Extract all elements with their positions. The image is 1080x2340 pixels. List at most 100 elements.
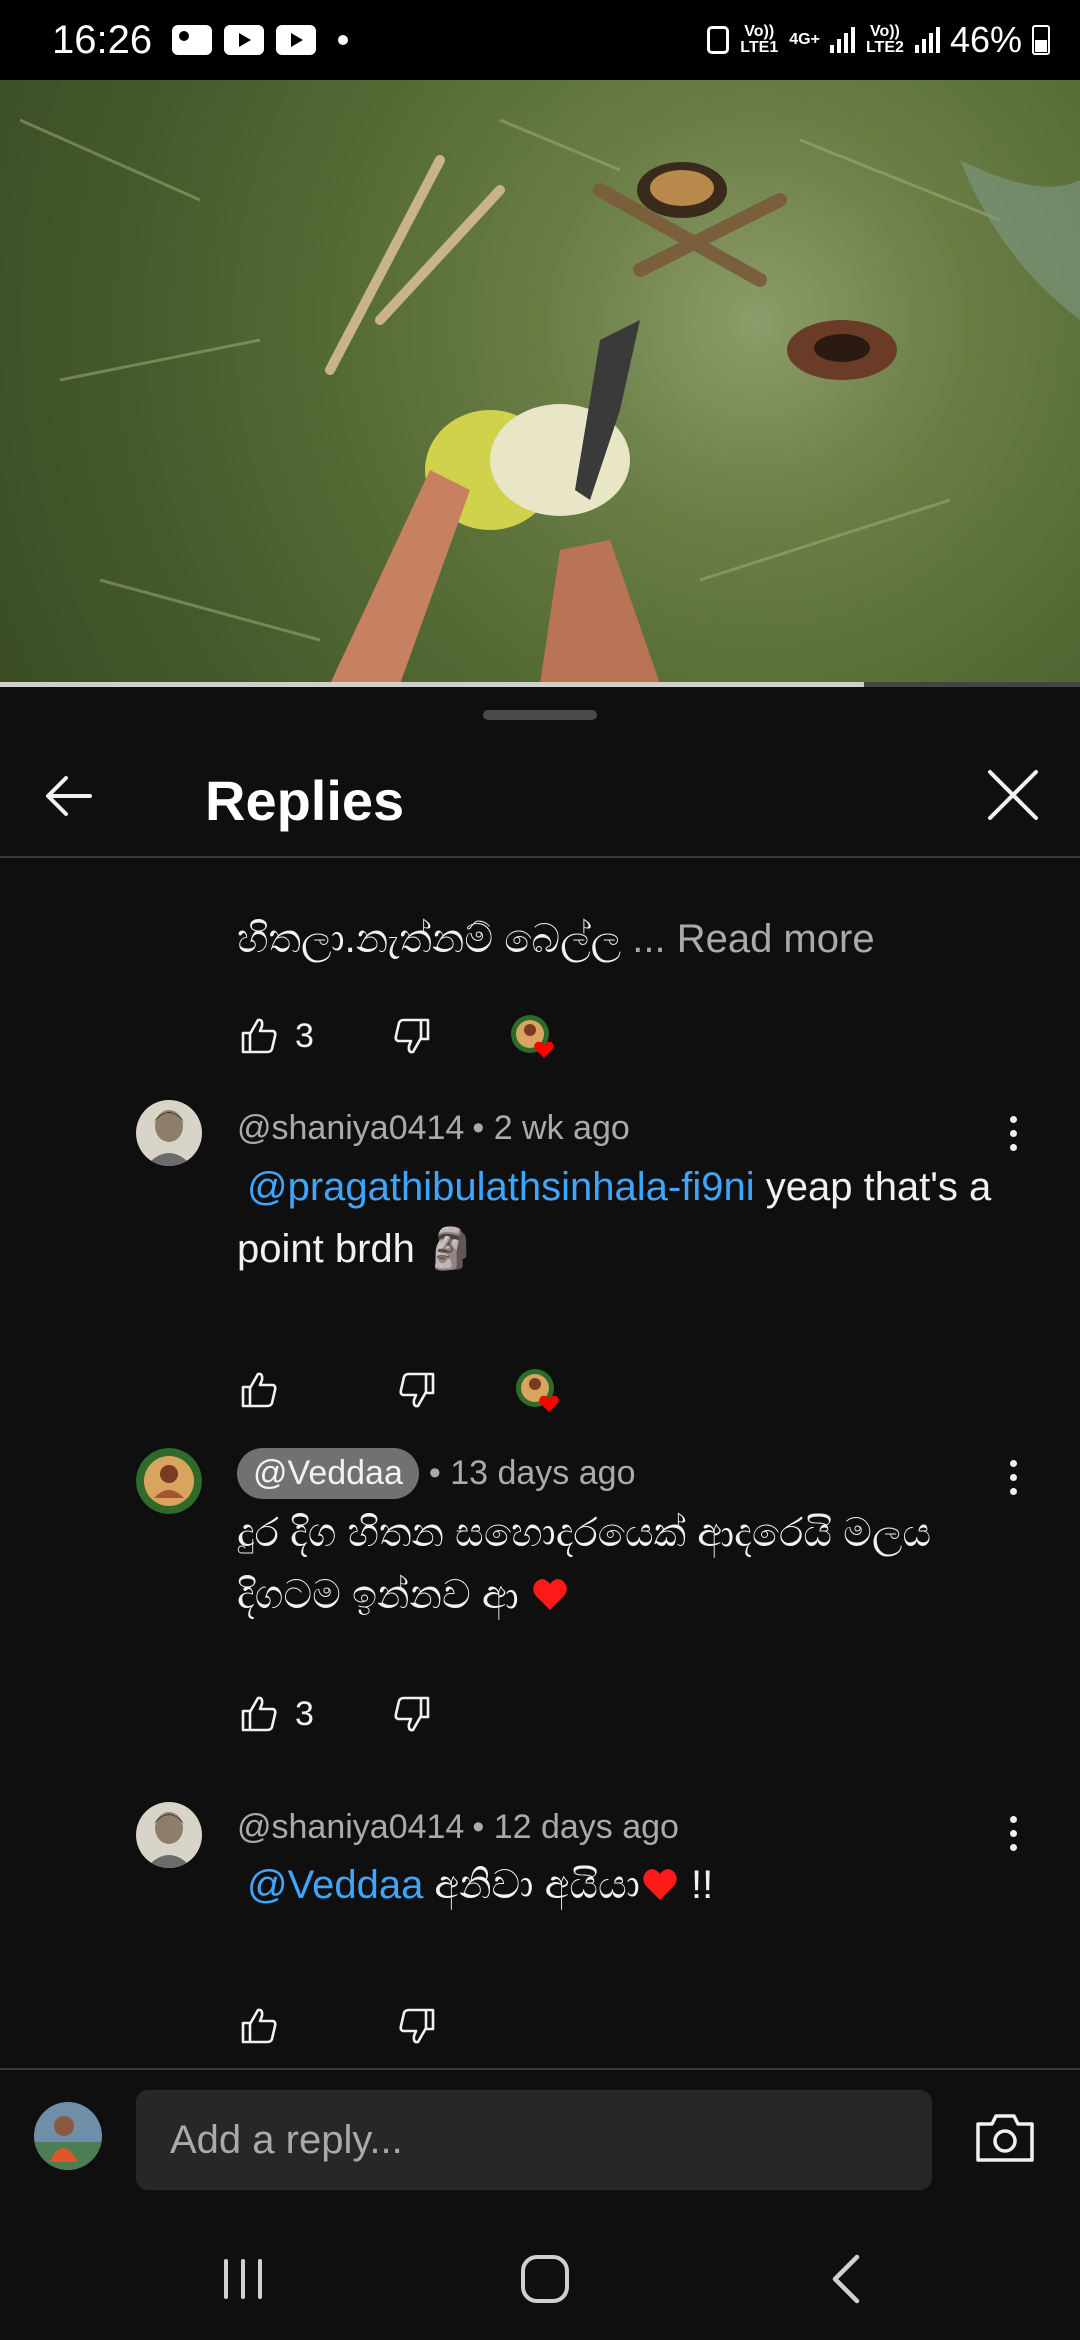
close-button[interactable] — [982, 764, 1044, 826]
more-vert-icon-dot — [1009, 1143, 1017, 1151]
back-arrow-icon — [46, 776, 92, 816]
user-avatar-image — [136, 1100, 202, 1166]
signal-2-icon — [914, 27, 940, 53]
network-gen-label: 4G+ — [789, 31, 820, 48]
reply-text-content: අනිවා අයියා — [423, 1863, 640, 1907]
creator-avatar-heart-icon — [510, 1015, 554, 1058]
camera-icon — [976, 2114, 1034, 2162]
dislike-icon — [394, 1696, 430, 1732]
like-button[interactable] — [237, 1368, 281, 1412]
like-count: 3 — [295, 1694, 314, 1733]
reply-actions: 3 — [237, 1012, 554, 1060]
like-button[interactable] — [237, 1692, 281, 1736]
mention-link[interactable]: @Veddaa — [247, 1863, 423, 1907]
like-button[interactable] — [237, 2004, 281, 2048]
status-time: 16:26 — [52, 17, 153, 62]
reply-item: @shaniya0414 • 2 wk ago @pragathibulaths… — [0, 1100, 1080, 1440]
system-indicators: Vo)) LTE1 4G+ Vo)) LTE2 46% — [707, 19, 1050, 61]
reply-meta: @Veddaa • 13 days ago — [237, 1444, 635, 1502]
creator-heart-badge — [515, 1368, 559, 1412]
sheet-title: Replies — [205, 769, 405, 832]
reply-actions — [237, 2002, 439, 2050]
avatar[interactable] — [136, 1100, 202, 1166]
avatar[interactable] — [136, 1448, 202, 1514]
video-progress-bar[interactable] — [0, 682, 1080, 687]
more-vert-icon-dot — [1009, 1115, 1017, 1123]
reply-time: • 13 days ago — [428, 1453, 636, 1492]
reply-time: • 2 wk ago — [472, 1108, 630, 1147]
dislike-button[interactable] — [395, 2004, 439, 2048]
dislike-icon — [399, 1372, 435, 1408]
read-more-link[interactable]: ... Read more — [632, 917, 874, 961]
reply-text-cut-line: ⠀ — [237, 860, 997, 874]
more-vert-icon-dot — [1009, 1487, 1017, 1495]
dislike-button[interactable] — [395, 1368, 439, 1412]
home-icon — [521, 2255, 569, 2303]
battery-icon — [1032, 25, 1050, 55]
author-handle[interactable]: @shaniya0414 — [237, 1808, 464, 1847]
creator-avatar-heart-icon — [516, 1369, 559, 1412]
network-1-label: Vo)) LTE1 — [740, 23, 779, 56]
reply-text: ⠀ හිතලා.නැත්නම් බෙල්ල ... Read more — [237, 860, 997, 970]
reply-meta: @shaniya0414 • 12 days ago — [237, 1802, 679, 1852]
more-vert-icon-dot — [1009, 1815, 1017, 1823]
user-avatar-image — [136, 1802, 202, 1868]
reply-text: @pragathibulathsinhala-fi9ni yeap that's… — [237, 1156, 997, 1280]
network-2-label: Vo)) LTE2 — [865, 23, 904, 56]
like-icon — [241, 1018, 277, 1054]
more-vert-icon-dot — [1009, 1473, 1017, 1481]
dislike-icon — [399, 2008, 435, 2044]
notification-icons — [172, 25, 349, 55]
author-handle[interactable]: @shaniya0414 — [237, 1109, 464, 1148]
reply-composer — [0, 2068, 1080, 2214]
back-button[interactable] — [38, 766, 98, 826]
my-avatar — [34, 2102, 102, 2170]
youtube-notification-icon — [224, 25, 265, 55]
status-bar: 16:26 Vo)) LTE1 4G+ Vo)) LTE2 46% — [0, 0, 1080, 80]
avatar[interactable] — [136, 1802, 202, 1868]
red-heart-emoji-icon — [643, 1869, 677, 1900]
more-vert-icon-dot — [1009, 1129, 1017, 1137]
creator-heart-badge — [510, 1014, 554, 1058]
reply-text: දුර දිග හිතන සහොදරයෙක් ආදරෙයි මලය දිගටම … — [237, 1502, 997, 1626]
battery-saver-icon — [707, 26, 730, 54]
home-button[interactable] — [510, 2244, 580, 2314]
creator-handle-chip[interactable]: @Veddaa — [237, 1447, 419, 1499]
back-icon — [832, 2254, 860, 2304]
video-player[interactable] — [0, 80, 1080, 684]
recents-button[interactable] — [208, 2244, 278, 2314]
reply-actions: 3 — [237, 1690, 434, 1738]
system-navigation-bar — [0, 2214, 1080, 2340]
mention-link[interactable]: @pragathibulathsinhala-fi9ni — [247, 1165, 755, 1209]
more-vert-icon-dot — [1009, 1843, 1017, 1851]
reply-input[interactable] — [136, 2090, 932, 2190]
reply-item: @shaniya0414 • 12 days ago @Veddaa අනිවා… — [0, 1802, 1080, 2072]
like-count: 3 — [295, 1016, 314, 1055]
more-options-button[interactable] — [998, 1808, 1028, 1858]
more-options-button[interactable] — [998, 1452, 1028, 1502]
drag-handle[interactable] — [483, 710, 597, 720]
reply-list[interactable]: ⠀ හිතලා.නැත්නම් බෙල්ල ... Read more 3 — [0, 860, 1080, 2072]
more-options-button[interactable] — [998, 1108, 1028, 1158]
more-vert-icon-dot — [1009, 1459, 1017, 1467]
dislike-button[interactable] — [390, 1014, 434, 1058]
recents-icon — [224, 2259, 262, 2299]
dislike-icon — [394, 1018, 430, 1054]
more-notifications-dot-icon — [338, 35, 349, 45]
like-icon — [241, 1372, 277, 1408]
like-icon — [241, 2008, 277, 2044]
reply-text-line: හිතලා.නැත්නම් බෙල්ල — [237, 917, 622, 961]
video-frame-image — [19, 118, 1080, 684]
gallery-notification-icon — [172, 25, 213, 55]
dislike-button[interactable] — [390, 1692, 434, 1736]
reply-time: • 12 days ago — [472, 1807, 679, 1846]
camera-button[interactable] — [974, 2110, 1036, 2166]
youtube-notification-icon-2 — [276, 25, 317, 55]
like-button[interactable] — [237, 1014, 281, 1058]
back-nav-button[interactable] — [812, 2244, 882, 2314]
reply-actions — [237, 1366, 559, 1414]
reply-text-suffix: !! — [679, 1863, 714, 1907]
reply-text-content: දුර දිග හිතන සහොදරයෙක් ආදරෙයි මලය දිගටම … — [237, 1511, 932, 1617]
more-vert-icon-dot — [1009, 1829, 1017, 1837]
my-avatar-image — [34, 2102, 102, 2170]
